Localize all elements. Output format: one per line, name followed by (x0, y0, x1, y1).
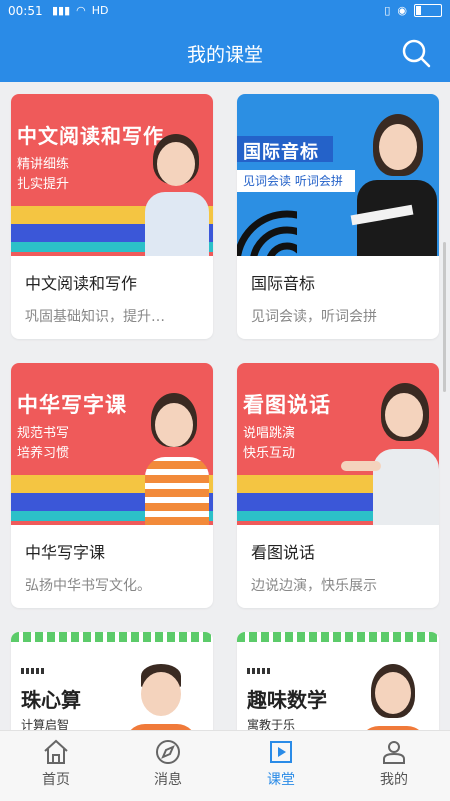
search-icon[interactable] (400, 37, 432, 69)
tab-label: 消息 (154, 772, 182, 788)
course-title: 中华写字课 (25, 543, 106, 562)
course-card-picture-talk[interactable]: 看图说话 说唱跳演 快乐互动 看图说话 边说边演，快乐展示 (237, 363, 439, 608)
tab-profile[interactable]: 我的 (338, 731, 450, 801)
course-card-phonetics[interactable]: 国际音标 见词会读 听词会拼 国际音标 见词会读，听词会拼 (237, 94, 439, 339)
course-card-calligraphy[interactable]: 中华写字课 规范书写 培养习惯 中华写字课 弘扬中华书写文化。 (11, 363, 213, 608)
status-bar: 00:51 ▮▮▮ ◠ HD ▯ ◉ (0, 0, 450, 24)
banner-subtitle: 精讲细练 (17, 157, 70, 172)
banner-subtitle: 规范书写 (17, 426, 70, 441)
vibrate-icon: ▯ (384, 4, 391, 17)
banner-title: 珠心算 (21, 688, 81, 712)
banner-title: 国际音标 (243, 142, 319, 163)
course-card-fun-math[interactable]: 趣味数学 寓教于乐 (237, 632, 439, 730)
tab-label: 课堂 (267, 772, 295, 788)
tab-label: 首页 (42, 772, 70, 788)
tab-home[interactable]: 首页 (0, 731, 112, 801)
course-description: 见词会读，听词会拼 (251, 309, 377, 325)
alarm-icon: ◉ (397, 4, 407, 17)
tab-classroom[interactable]: 课堂 (225, 731, 337, 801)
banner-title: 中华写字课 (17, 393, 127, 417)
banner-subtitle: 扎实提升 (17, 177, 70, 192)
course-description: 弘扬中华书写文化。 (25, 578, 151, 594)
sound-waves-decoration (237, 210, 297, 256)
page-title: 我的课堂 (186, 44, 263, 66)
teacher-photo (121, 662, 201, 730)
video-play-icon (270, 741, 292, 763)
teacher-photo (355, 662, 431, 730)
scroll-indicator[interactable] (443, 242, 446, 392)
banner-subtitle: 快乐互动 (243, 446, 296, 461)
banner-subtitle: 培养习惯 (17, 446, 70, 461)
wifi-icon: ◠ (76, 4, 86, 17)
course-banner: 中华写字课 规范书写 培养习惯 (11, 363, 213, 525)
course-title: 国际音标 (251, 274, 316, 293)
teacher-photo (141, 134, 213, 256)
course-banner: 国际音标 见词会读 听词会拼 (237, 94, 439, 256)
status-time: 00:51 (8, 4, 43, 18)
course-card-chinese-reading[interactable]: 中文阅读和写作 精讲细练 扎实提升 中文阅读和写作 巩固基础知识，提升… (11, 94, 213, 339)
hd-indicator: HD (91, 4, 109, 17)
battery-icon (414, 4, 442, 17)
course-banner: 珠心算 计算启智 (11, 632, 213, 730)
course-card-mental-abacus[interactable]: 珠心算 计算启智 (11, 632, 213, 730)
home-icon (44, 739, 68, 764)
bottom-tab-bar: 首页 消息 课堂 我的 (0, 730, 450, 801)
course-title: 看图说话 (251, 543, 316, 562)
app-header: 我的课堂 (0, 24, 450, 82)
teacher-photo (341, 383, 439, 525)
course-description: 边说边演，快乐展示 (251, 578, 377, 594)
banner-subtitle: 计算启智 (21, 718, 70, 730)
teacher-photo (349, 114, 439, 256)
banner-subtitle: 寓教于乐 (247, 718, 296, 730)
tab-label: 我的 (380, 772, 408, 788)
course-grid: 中文阅读和写作 精讲细练 扎实提升 中文阅读和写作 巩固基础知识，提升… 国际音… (0, 82, 450, 730)
banner-subtitle: 说唱跳演 (243, 426, 296, 441)
banner-subtitle: 见词会读 听词会拼 (243, 174, 343, 188)
banner-title: 趣味数学 (247, 688, 327, 712)
banner-title: 看图说话 (243, 393, 331, 417)
course-banner: 看图说话 说唱跳演 快乐互动 (237, 363, 439, 525)
teacher-photo (121, 393, 213, 525)
course-description: 巩固基础知识，提升… (25, 309, 165, 325)
course-banner: 趣味数学 寓教于乐 (237, 632, 439, 730)
course-banner: 中文阅读和写作 精讲细练 扎实提升 (11, 94, 213, 256)
tab-messages[interactable]: 消息 (112, 731, 224, 801)
signal-icon: ▮▮▮ (52, 4, 71, 17)
course-title: 中文阅读和写作 (25, 274, 138, 293)
user-icon (383, 741, 405, 764)
compass-icon (156, 740, 180, 764)
